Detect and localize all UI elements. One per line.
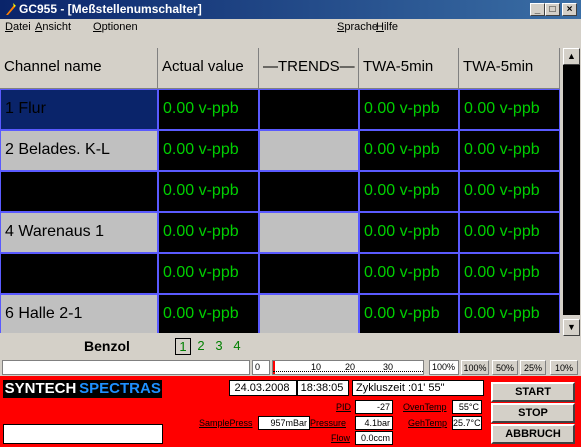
trend-cell[interactable] — [259, 253, 359, 294]
page-tab-4[interactable]: 4 — [230, 338, 244, 353]
progress-marker — [273, 361, 275, 374]
close-button[interactable]: × — [562, 3, 577, 16]
brand-spectras: SPECTRAS — [78, 380, 162, 398]
trend-cell[interactable] — [259, 89, 359, 130]
actual-value-cell[interactable]: 0.00 v-ppb — [158, 89, 259, 130]
actual-value-cell[interactable]: 0.00 v-ppb — [158, 171, 259, 212]
abort-button[interactable]: ABBRUCH — [491, 424, 575, 444]
progress-scale: 10 20 30 — [272, 360, 424, 375]
header-channel-name[interactable]: Channel name — [0, 48, 158, 89]
header-trends[interactable]: —TRENDS— — [259, 48, 359, 89]
date-field: 24.03.2008 — [229, 380, 297, 396]
channel-name-cell[interactable] — [0, 253, 158, 294]
twa-5min-cell-2[interactable]: 0.00 v-ppb — [459, 294, 560, 333]
trend-cell[interactable] — [259, 212, 359, 253]
twa-5min-cell-2[interactable]: 0.00 v-ppb — [459, 253, 560, 294]
flow-label: Flow — [331, 433, 351, 443]
twa-5min-cell-2[interactable]: 0.00 v-ppb — [459, 212, 560, 253]
geh-temp-value: 25.7°C — [452, 416, 482, 430]
status-panel: SYNTECH SPECTRAS 24.03.2008 18:38:05 Zyk… — [0, 376, 581, 447]
twa-5min-cell-1[interactable]: 0.00 v-ppb — [359, 89, 459, 130]
channel-name-cell[interactable]: 2 Belades. K-L — [0, 130, 158, 171]
menu-sprache[interactable]: Sprache — [337, 19, 378, 35]
maximize-button[interactable]: □ — [545, 3, 560, 16]
sample-press-label: SamplePress — [199, 418, 253, 428]
zoom-10-button[interactable]: 10% — [550, 360, 578, 375]
pid-label: PID — [336, 402, 352, 412]
twa-5min-cell-2[interactable]: 0.00 v-ppb — [459, 130, 560, 171]
page-tab-3[interactable]: 3 — [212, 338, 226, 353]
minimize-button[interactable]: _ — [530, 3, 545, 16]
trend-cell[interactable] — [259, 294, 359, 333]
scroll-up-arrow-icon[interactable]: ▲ — [563, 48, 580, 65]
title-bar: GC955 - [Meßstellenumschalter] _ □ × — [0, 0, 581, 19]
twa-5min-cell-1[interactable]: 0.00 v-ppb — [359, 130, 459, 171]
page-tab-1[interactable]: 1 — [175, 338, 191, 355]
progress-row: 0 10 20 30 100% 100% 50% 25% 10% — [0, 360, 581, 376]
pid-value: -27 — [355, 400, 393, 414]
stop-button[interactable]: STOP — [491, 403, 575, 423]
start-button[interactable]: START — [491, 382, 575, 402]
actual-value-cell[interactable]: 0.00 v-ppb — [158, 212, 259, 253]
oven-temp-value: 55°C — [452, 400, 482, 414]
brand-syntech: SYNTECH — [3, 380, 78, 398]
header-actual-value[interactable]: Actual value — [158, 48, 259, 89]
zoom-50-button[interactable]: 50% — [492, 360, 518, 375]
oven-temp-label: OvenTemp — [403, 402, 447, 412]
time-field: 18:38:05 — [297, 380, 349, 396]
progress-percent: 100% — [429, 360, 459, 375]
channel-name-cell[interactable]: 1 Flur — [0, 89, 158, 130]
twa-5min-cell-1[interactable]: 0.00 v-ppb — [359, 294, 459, 333]
actual-value-cell[interactable]: 0.00 v-ppb — [158, 253, 259, 294]
page-tab-2[interactable]: 2 — [194, 338, 208, 353]
channel-tabs-row: Benzol 1 2 3 4 — [0, 336, 581, 355]
scroll-thumb[interactable] — [563, 65, 580, 315]
channel-grid: Channel name Actual value —TRENDS— TWA-5… — [0, 48, 560, 333]
channel-name-cell[interactable]: 6 Halle 2-1 — [0, 294, 158, 333]
menu-datei[interactable]: Datei — [5, 19, 31, 35]
menu-optionen[interactable]: Optionen — [93, 19, 138, 35]
cycle-time-field: Zykluszeit :01' 55" — [352, 380, 484, 396]
menu-hilfe[interactable]: Hilfe — [376, 19, 398, 35]
message-field — [3, 424, 163, 444]
scale-dots — [273, 371, 423, 372]
scale-tick-30: 30 — [383, 362, 394, 372]
progress-start-value: 0 — [252, 360, 270, 375]
scroll-down-arrow-icon[interactable]: ▼ — [563, 319, 580, 336]
header-twa-5min-2[interactable]: TWA-5min — [459, 48, 560, 89]
zoom-25-button[interactable]: 25% — [520, 360, 546, 375]
trend-cell[interactable] — [259, 171, 359, 212]
menu-bar: Datei Ansicht Optionen Sprache Hilfe — [0, 19, 581, 35]
geh-temp-label: GehTemp — [408, 418, 448, 428]
menu-ansicht[interactable]: Ansicht — [35, 19, 71, 35]
sample-press-value: 957mBar — [258, 416, 310, 430]
actual-value-cell[interactable]: 0.00 v-ppb — [158, 294, 259, 333]
zoom-100-button[interactable]: 100% — [461, 360, 489, 375]
actual-value-cell[interactable]: 0.00 v-ppb — [158, 130, 259, 171]
substance-label: Benzol — [84, 338, 130, 354]
pressure-value: 4.1bar — [355, 416, 393, 430]
window-title: GC955 - [Meßstellenumschalter] — [19, 2, 202, 16]
channel-name-cell[interactable]: 4 Warenaus 1 — [0, 212, 158, 253]
twa-5min-cell-1[interactable]: 0.00 v-ppb — [359, 212, 459, 253]
twa-5min-cell-2[interactable]: 0.00 v-ppb — [459, 171, 560, 212]
twa-5min-cell-1[interactable]: 0.00 v-ppb — [359, 253, 459, 294]
vertical-scrollbar[interactable]: ▲ ▼ — [563, 48, 580, 336]
flow-value: 0.0ccm — [355, 431, 393, 445]
trend-cell[interactable] — [259, 130, 359, 171]
pressure-label: Pressure — [310, 418, 347, 428]
app-flame-icon — [6, 3, 16, 15]
scale-tick-10: 10 — [311, 362, 322, 372]
twa-5min-cell-2[interactable]: 0.00 v-ppb — [459, 89, 560, 130]
channel-name-cell[interactable] — [0, 171, 158, 212]
twa-5min-cell-1[interactable]: 0.00 v-ppb — [359, 171, 459, 212]
status-field — [2, 360, 250, 375]
scale-tick-20: 20 — [345, 362, 356, 372]
header-twa-5min-1[interactable]: TWA-5min — [359, 48, 459, 89]
